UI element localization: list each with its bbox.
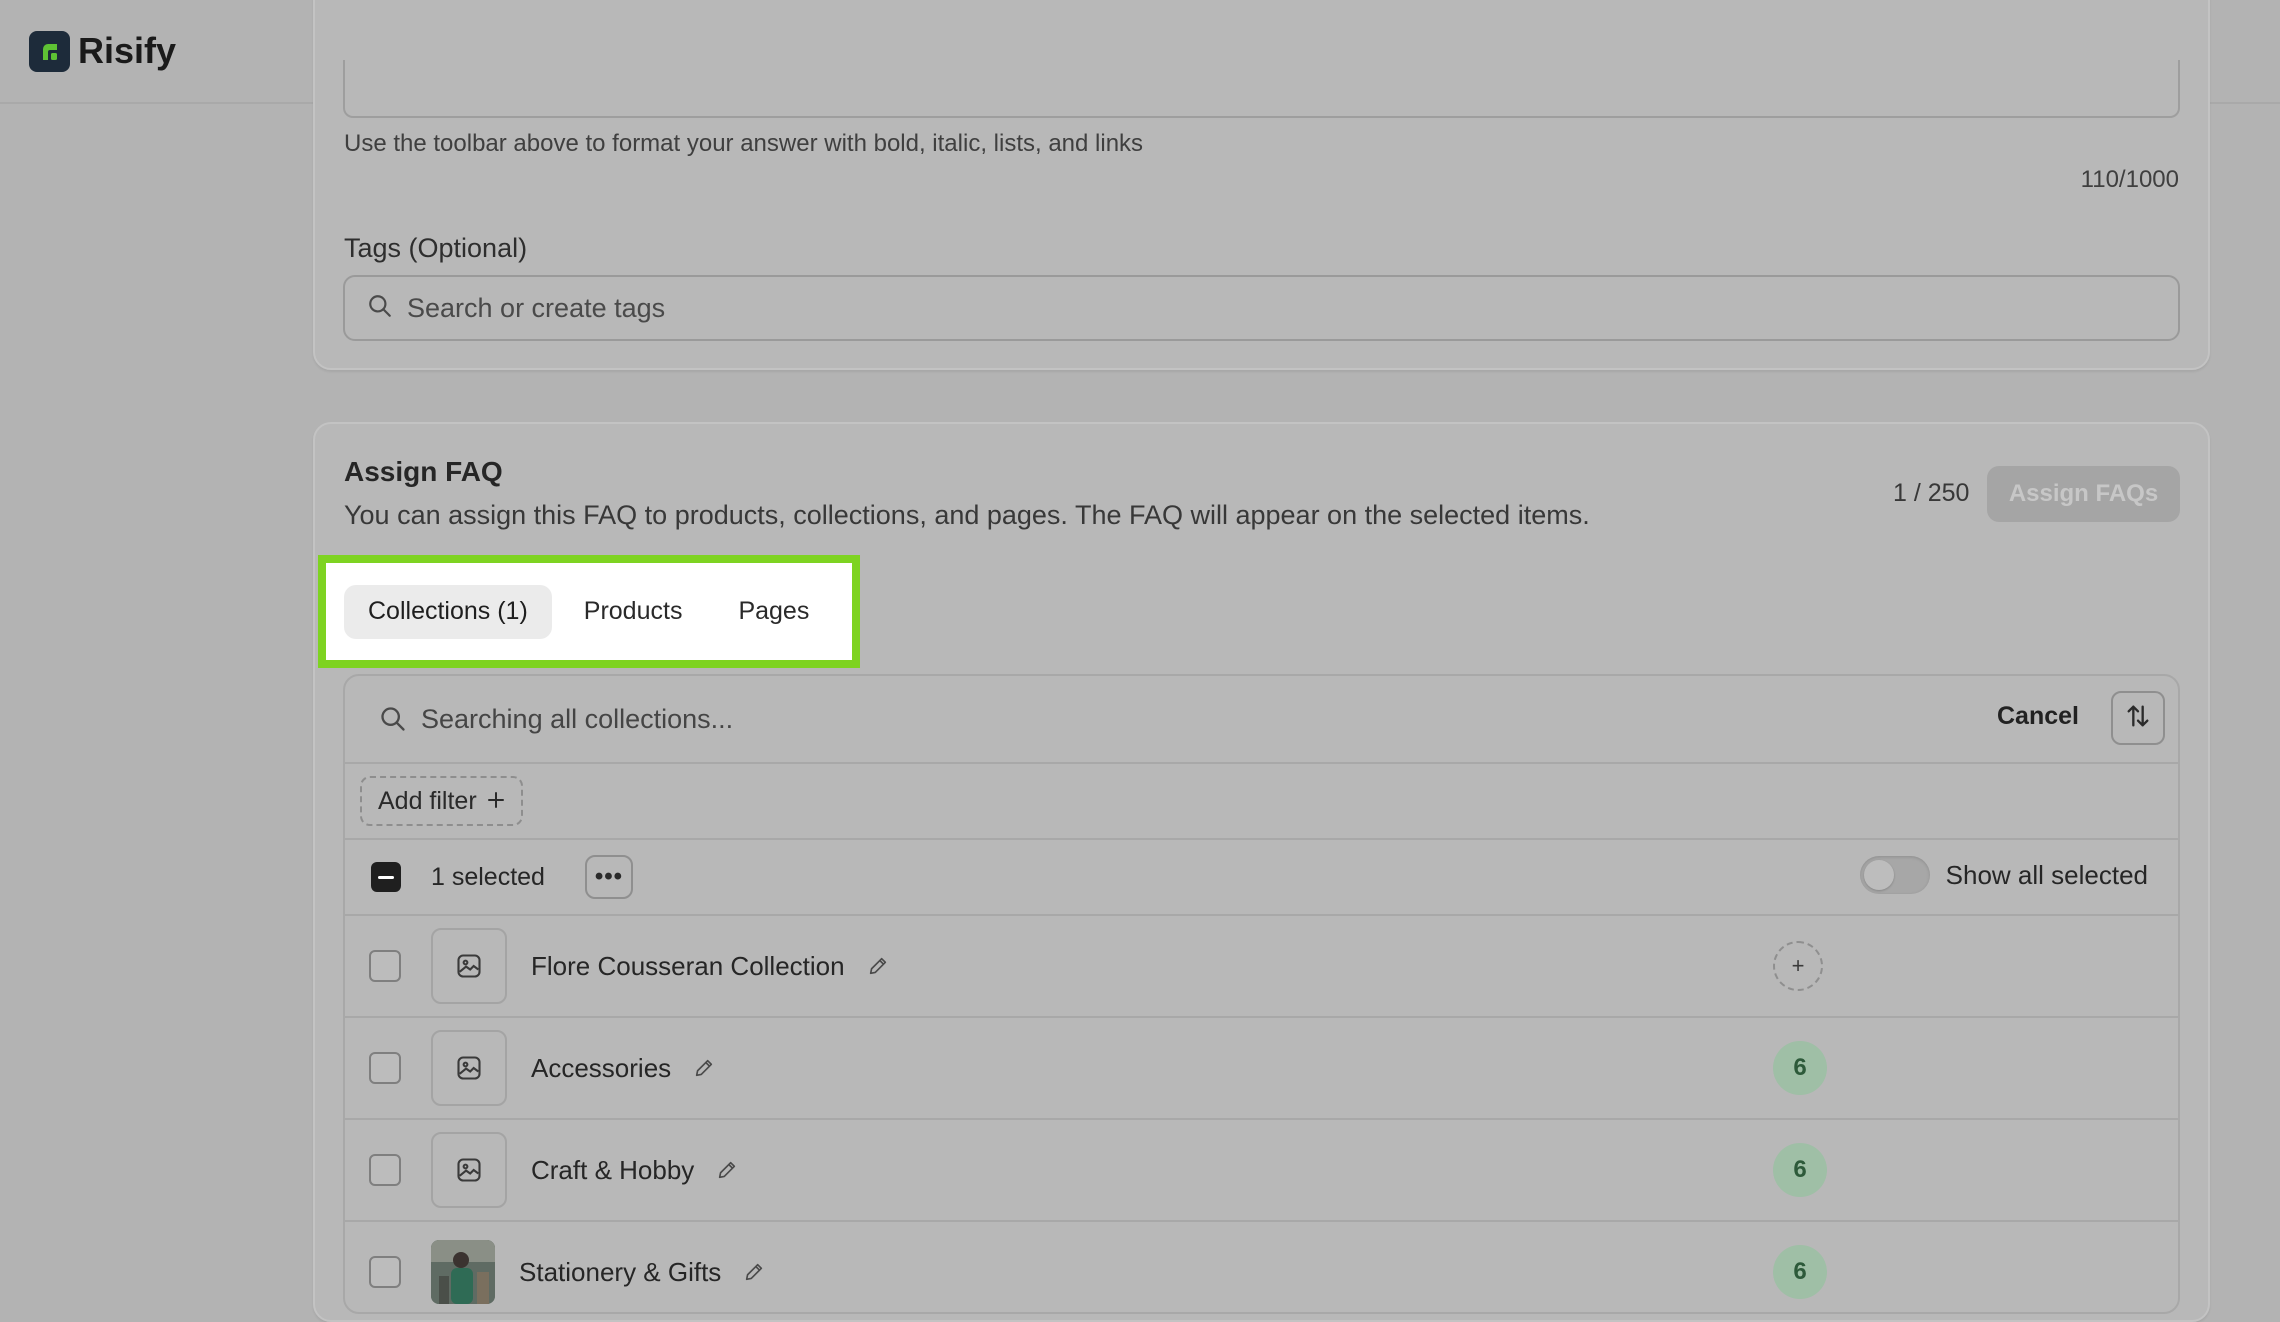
- cancel-search-button[interactable]: Cancel: [1997, 702, 2079, 731]
- pencil-icon[interactable]: [716, 1159, 738, 1181]
- image-placeholder-icon: [431, 1030, 507, 1106]
- risify-logo-icon: [29, 30, 70, 72]
- list-item[interactable]: Craft & Hobby 6: [345, 1120, 2178, 1222]
- answer-helper-text: Use the toolbar above to format your ans…: [344, 130, 1144, 157]
- select-all-checkbox[interactable]: [371, 862, 401, 892]
- assign-faq-title: Assign FAQ: [344, 456, 503, 487]
- resource-tabs: Collections (1) Products Pages: [318, 555, 860, 668]
- filter-row: Add filter: [345, 764, 2178, 840]
- collection-list: Searching all collections... Cancel Add …: [343, 674, 2180, 1314]
- image-placeholder-icon: [431, 928, 507, 1004]
- tab-collections[interactable]: Collections (1): [344, 584, 552, 639]
- add-filter-label: Add filter: [378, 786, 477, 815]
- faq-count-badge[interactable]: 6: [1773, 1245, 1827, 1299]
- add-faq-badge[interactable]: +: [1773, 941, 1823, 991]
- pencil-icon[interactable]: [693, 1057, 715, 1079]
- show-all-selected-label: Show all selected: [1945, 859, 2148, 890]
- assign-faq-description: You can assign this FAQ to products, col…: [344, 500, 1590, 530]
- tags-input-placeholder: Search or create tags: [407, 292, 666, 323]
- selected-count: 1 selected: [431, 862, 545, 891]
- add-filter-button[interactable]: Add filter: [360, 776, 523, 826]
- sort-arrows-icon: [2124, 702, 2152, 735]
- show-all-selected-toggle[interactable]: [1859, 856, 1930, 894]
- collection-search-input[interactable]: Searching all collections...: [421, 704, 733, 735]
- item-name: Stationery & Gifts: [519, 1256, 722, 1287]
- collection-photo: [431, 1240, 495, 1304]
- search-icon: [367, 293, 393, 324]
- image-placeholder-icon: [431, 1132, 507, 1208]
- show-all-selected: Show all selected: [1859, 856, 2148, 894]
- row-checkbox[interactable]: [369, 1154, 401, 1186]
- tab-pages[interactable]: Pages: [714, 585, 833, 639]
- faq-count-badge[interactable]: 6: [1773, 1143, 1827, 1197]
- bulk-selection-row: 1 selected ••• Show all selected: [345, 840, 2178, 916]
- pencil-icon[interactable]: [743, 1261, 765, 1283]
- search-icon: [379, 705, 407, 733]
- row-checkbox[interactable]: [369, 1052, 401, 1084]
- answer-char-counter: 110/1000: [2080, 166, 2179, 193]
- item-name: Craft & Hobby: [531, 1154, 695, 1185]
- sort-button[interactable]: [2111, 691, 2165, 745]
- tags-label: Tags (Optional): [344, 233, 528, 263]
- list-item[interactable]: Accessories 6: [345, 1018, 2178, 1120]
- item-name: Flore Cousseran Collection: [531, 950, 845, 981]
- app-logo[interactable]: Risify: [29, 30, 176, 72]
- faq-count-badge[interactable]: 6: [1773, 1041, 1827, 1095]
- app-name: Risify: [78, 30, 177, 71]
- collection-search-row: Searching all collections... Cancel: [345, 676, 2178, 764]
- answer-editor-bottom[interactable]: [343, 60, 2180, 118]
- row-checkbox[interactable]: [369, 1256, 401, 1288]
- more-actions-button[interactable]: •••: [584, 855, 633, 899]
- tags-input[interactable]: Search or create tags: [343, 275, 2180, 341]
- pencil-icon[interactable]: [867, 955, 889, 977]
- plus-icon: [487, 787, 505, 816]
- assign-quota: 1 / 250: [1893, 479, 1970, 507]
- tab-products[interactable]: Products: [560, 585, 707, 639]
- list-item[interactable]: Flore Cousseran Collection +: [345, 916, 2178, 1018]
- list-item[interactable]: Stationery & Gifts 6: [345, 1222, 2178, 1312]
- row-checkbox[interactable]: [369, 950, 401, 982]
- assign-faqs-button[interactable]: Assign FAQs: [1987, 466, 2180, 522]
- item-name: Accessories: [531, 1052, 672, 1083]
